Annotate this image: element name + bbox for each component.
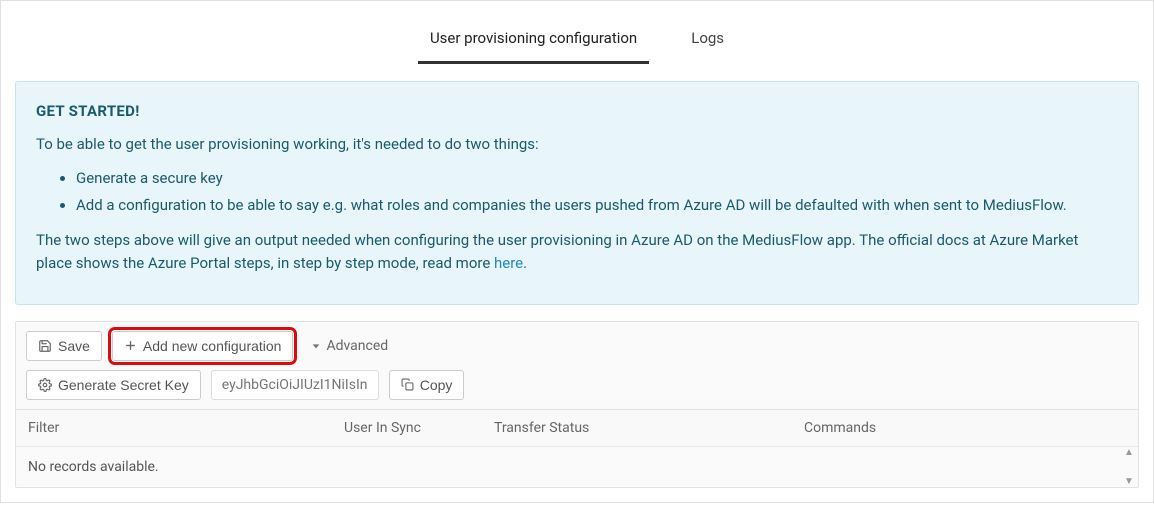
scrollbar-stub[interactable]: ▲ ▼ <box>1120 447 1138 487</box>
col-user-in-sync: User In Sync <box>344 420 494 436</box>
gear-icon <box>38 378 52 392</box>
steps-list: Generate a secure key Add a configuratio… <box>36 167 1118 218</box>
col-filter: Filter <box>28 420 344 436</box>
table-header-row: Filter User In Sync Transfer Status Comm… <box>16 410 1138 447</box>
config-table: Filter User In Sync Transfer Status Comm… <box>16 409 1138 487</box>
generate-secret-key-button[interactable]: Generate Secret Key <box>26 370 201 400</box>
read-more-link[interactable]: here <box>494 254 523 272</box>
toolbar-row-2: Generate Secret Key Copy <box>16 370 1138 409</box>
generate-key-label: Generate Secret Key <box>58 377 189 393</box>
col-transfer-status: Transfer Status <box>494 420 804 436</box>
advanced-toggle[interactable]: Advanced <box>303 332 396 360</box>
secret-key-field[interactable] <box>211 370 379 400</box>
add-config-label: Add new configuration <box>143 338 282 354</box>
copy-icon <box>401 378 414 391</box>
add-new-configuration-button[interactable]: Add new configuration <box>112 331 294 361</box>
footer-pre: The two steps above will give an output … <box>36 231 1078 272</box>
step-generate-key: Generate a secure key <box>76 167 1118 190</box>
toolbar-row-1: Save Add new configuration Advanced <box>16 322 1138 370</box>
copy-button[interactable]: Copy <box>389 370 465 400</box>
advanced-label: Advanced <box>326 338 388 354</box>
step-add-config: Add a configuration to be able to say e.… <box>76 194 1118 217</box>
footer-text: The two steps above will give an output … <box>36 229 1118 276</box>
scroll-down-icon: ▼ <box>1124 476 1134 487</box>
get-started-panel: GET STARTED! To be able to get the user … <box>15 81 1139 305</box>
tab-bar: User provisioning configuration Logs <box>15 1 1139 65</box>
scroll-up-icon: ▲ <box>1124 447 1134 458</box>
no-records-message: No records available. <box>16 447 1120 487</box>
table-body: No records available. ▲ ▼ <box>16 447 1138 487</box>
tab-logs[interactable]: Logs <box>679 21 736 64</box>
get-started-body: To be able to get the user provisioning … <box>36 133 1118 275</box>
get-started-heading: GET STARTED! <box>36 100 1118 123</box>
chevron-down-icon <box>311 341 321 351</box>
save-icon <box>38 339 52 353</box>
tab-user-provisioning-config[interactable]: User provisioning configuration <box>418 21 649 64</box>
save-button[interactable]: Save <box>26 331 102 361</box>
footer-post: . <box>523 254 527 272</box>
save-label: Save <box>58 338 90 354</box>
plus-icon <box>124 339 137 352</box>
copy-label: Copy <box>420 377 453 393</box>
intro-text: To be able to get the user provisioning … <box>36 133 1118 156</box>
toolbar-panel: Save Add new configuration Advanced <box>15 321 1139 488</box>
page-container: User provisioning configuration Logs GET… <box>0 0 1154 503</box>
col-commands: Commands <box>804 420 1126 436</box>
